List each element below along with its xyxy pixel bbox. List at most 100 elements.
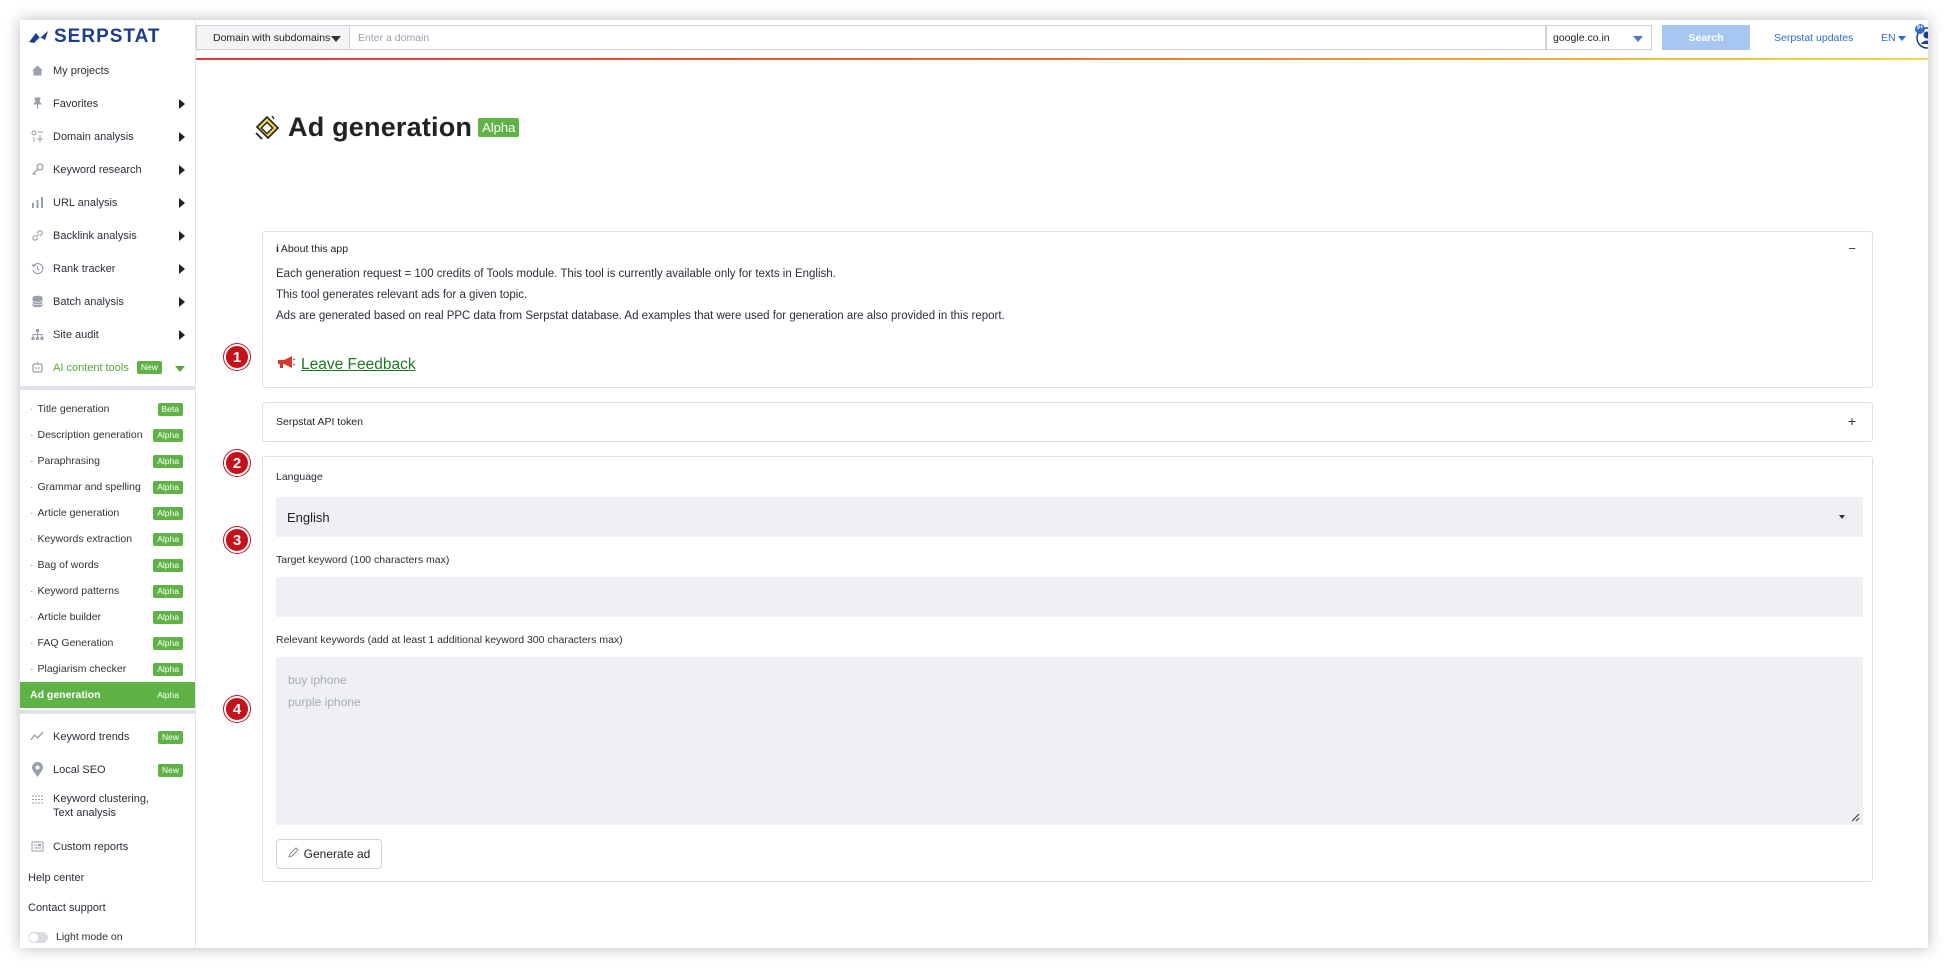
chevron-right-icon	[179, 165, 185, 175]
megaphone-icon	[276, 355, 296, 374]
alpha-badge: Alpha	[153, 559, 183, 572]
chevron-right-icon	[179, 198, 185, 208]
generate-ad-label: Generate ad	[303, 847, 371, 861]
sidebar-item-label: Rank tracker	[53, 262, 116, 275]
language-switcher[interactable]: EN	[1881, 32, 1906, 44]
language-select[interactable]: English	[276, 497, 1863, 537]
bullet: ·	[30, 637, 34, 649]
about-line: This tool generates relevant ads for a g…	[276, 289, 528, 301]
collapse-icon[interactable]: −	[1848, 241, 1856, 256]
chevron-right-icon	[179, 264, 185, 274]
serpstat-updates-link[interactable]: Serpstat updates	[1774, 32, 1853, 44]
light-mode-label: Light mode on	[56, 931, 123, 943]
alpha-badge: Alpha	[153, 533, 183, 546]
domain-scope-select[interactable]: Domain with subdomains	[196, 25, 350, 50]
new-badge: New	[157, 764, 183, 777]
bullet: ·	[30, 533, 34, 545]
step-marker-1: 1	[224, 344, 250, 370]
sidebar-item-local-seo[interactable]: Local SEO New	[20, 753, 195, 786]
home-icon	[30, 64, 44, 78]
alpha-badge: Alpha	[153, 429, 183, 442]
alpha-badge: Alpha	[157, 690, 179, 700]
alpha-badge: Alpha	[153, 481, 183, 494]
sidebar-subitem-plagiarism-checker[interactable]: · Plagiarism checker Alpha	[20, 656, 195, 682]
help-center-link[interactable]: Help center	[20, 863, 195, 893]
sidebar-item-url-analysis[interactable]: URL analysis	[20, 186, 195, 219]
robot-icon	[30, 361, 44, 375]
sidebar-item-keyword-research[interactable]: Keyword research	[20, 153, 195, 186]
bullet: ·	[30, 403, 34, 415]
sidebar-subitem-paraphrasing[interactable]: · Paraphrasing Alpha	[20, 448, 195, 474]
language-label: Language	[276, 471, 323, 483]
divider	[20, 386, 195, 390]
expand-icon[interactable]: +	[1848, 413, 1856, 429]
sitemap-icon	[30, 328, 44, 342]
contact-support-link[interactable]: Contact support	[20, 893, 195, 923]
api-token-panel[interactable]: Serpstat API token +	[262, 402, 1873, 442]
sidebar-subitem-ad-generation[interactable]: Ad generation Alpha	[20, 682, 195, 708]
sidebar-item-label: Batch analysis	[53, 295, 124, 308]
sidebar-item-label: Backlink analysis	[53, 229, 137, 242]
sidebar-item-my-projects[interactable]: My projects	[20, 54, 195, 87]
step-marker-3: 3	[224, 527, 250, 553]
sidebar-subitem-label: Bag of words	[37, 559, 99, 571]
sidebar-subitem-article-builder[interactable]: · Article builder Alpha	[20, 604, 195, 630]
alpha-badge: Alpha	[153, 663, 183, 676]
placeholder-line: purple iphone	[288, 695, 361, 709]
sidebar-item-label: Domain analysis	[53, 130, 134, 143]
bar-chart-icon	[30, 196, 44, 210]
sidebar-item-label: URL analysis	[53, 196, 118, 209]
sidebar-subitem-keywords-extraction[interactable]: · Keywords extraction Alpha	[20, 526, 195, 552]
sidebar-item-batch-analysis[interactable]: Batch analysis	[20, 285, 195, 318]
bullet: ·	[30, 429, 34, 441]
app-window: SERPSTAT My projects Favorites Domain anal…	[20, 20, 1928, 948]
sidebar-subitem-bag-of-words[interactable]: · Bag of words Alpha	[20, 552, 195, 578]
generate-ad-button[interactable]: Generate ad	[276, 839, 382, 869]
sidebar-subitem-title-generation[interactable]: · Title generation Beta	[20, 396, 195, 422]
sidebar-item-rank-tracker[interactable]: Rank tracker	[20, 252, 195, 285]
sidebar-subitem-keyword-patterns[interactable]: · Keyword patterns Alpha	[20, 578, 195, 604]
sidebar-subitem-article-generation[interactable]: · Article generation Alpha	[20, 500, 195, 526]
user-avatar[interactable]: 9+	[1914, 24, 1928, 50]
trend-icon	[30, 730, 44, 744]
info-icon: i	[276, 243, 279, 255]
sidebar-item-label: AI content tools	[53, 361, 129, 374]
resize-handle-icon[interactable]	[1851, 813, 1860, 822]
sidebar-item-label: Favorites	[53, 97, 99, 110]
sidebar-subitem-faq-generation[interactable]: · FAQ Generation Alpha	[20, 630, 195, 656]
search-engine-select[interactable]: google.co.in	[1546, 25, 1652, 50]
sidebar-subitem-grammar-and-spelling[interactable]: · Grammar and spelling Alpha	[20, 474, 195, 500]
page-heading: Ad generation	[288, 112, 473, 142]
domain-input[interactable]: Enter a domain	[350, 25, 1546, 50]
sidebar-item-custom-reports[interactable]: Custom reports	[20, 830, 195, 863]
sidebar-item-keyword-clustering-text-analysis[interactable]: Keyword clustering, Text analysis	[20, 786, 195, 830]
sidebar-item-keyword-trends[interactable]: Keyword trends New	[20, 720, 195, 753]
leave-feedback-link[interactable]: Leave Feedback	[276, 355, 416, 374]
light-mode-toggle-row[interactable]: Light mode on	[20, 923, 195, 948]
sidebar-item-site-audit[interactable]: Site audit	[20, 318, 195, 351]
sidebar-item-domain-analysis[interactable]: Domain analysis	[20, 120, 195, 153]
logo-text: SERPSTAT	[54, 26, 161, 47]
serpstat-logo[interactable]: SERPSTAT	[20, 20, 195, 54]
light-mode-toggle[interactable]	[28, 931, 48, 943]
about-header[interactable]: i About this app	[276, 243, 348, 255]
sidebar-item-label: Keyword trends	[53, 730, 130, 743]
database-icon	[30, 295, 44, 309]
relevant-keywords-textarea[interactable]: buy iphone purple iphone	[276, 657, 1863, 825]
sidebar-item-ai-content-tools[interactable]: AI content tools New	[20, 351, 195, 384]
report-icon	[30, 840, 44, 854]
bullet: ·	[30, 559, 34, 571]
search-button[interactable]: Search	[1662, 25, 1750, 50]
pin-icon	[30, 97, 44, 111]
sidebar-item-label: Local SEO	[53, 763, 106, 776]
alpha-badge: Alpha	[153, 507, 183, 520]
step-marker-2: 2	[224, 450, 250, 476]
alpha-badge: Alpha	[153, 637, 183, 650]
link-icon	[30, 229, 44, 243]
target-keyword-input[interactable]	[276, 577, 1863, 617]
sidebar-item-favorites[interactable]: Favorites	[20, 87, 195, 120]
relevant-keywords-label: Relevant keywords (add at least 1 additi…	[276, 634, 623, 646]
sidebar-item-backlink-analysis[interactable]: Backlink analysis	[20, 219, 195, 252]
api-token-header: Serpstat API token	[276, 416, 363, 428]
sidebar-subitem-description-generation[interactable]: · Description generation Alpha	[20, 422, 195, 448]
